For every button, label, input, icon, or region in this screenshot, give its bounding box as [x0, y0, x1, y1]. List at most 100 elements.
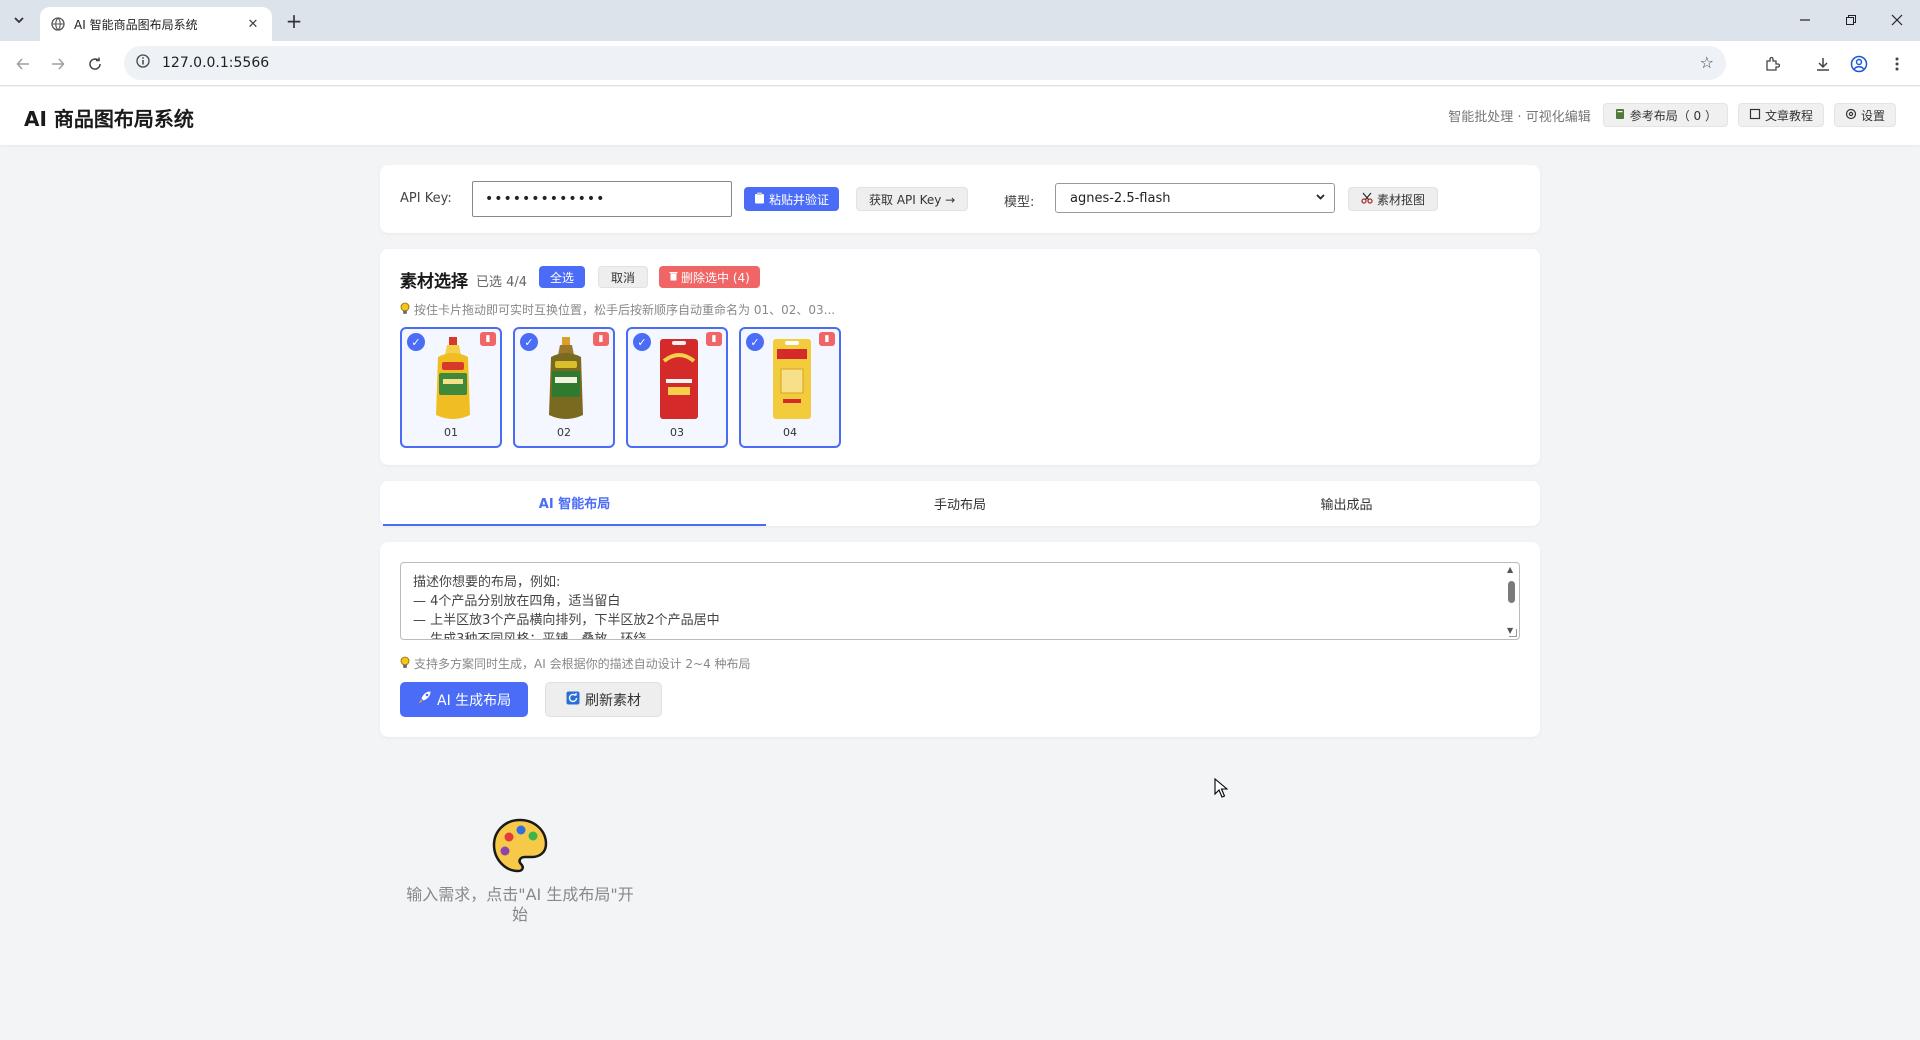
- tutorial-button[interactable]: 文章教程: [1737, 103, 1824, 127]
- textarea-scrollbar[interactable]: ▲ ▼: [1505, 565, 1517, 635]
- checkmark-icon[interactable]: ✓: [407, 333, 425, 351]
- get-api-key-button[interactable]: 获取 API Key →: [856, 187, 969, 211]
- extensions-icon[interactable]: [1759, 51, 1785, 77]
- ai-layout-hint-text: 支持多方案同时生成，AI 会根据你的描述自动设计 2~4 种布局: [414, 657, 751, 671]
- materials-hint-text: 按住卡片拖动即可实时互换位置，松手后按新顺序自动重命名为 01、02、03...: [414, 303, 836, 317]
- header-tagline: 智能批处理 · 可视化编辑: [1448, 109, 1591, 125]
- ai-generate-layout-button[interactable]: AI 生成布局: [400, 682, 529, 717]
- material-card[interactable]: ✓ ▮ 03: [626, 327, 728, 448]
- bookmark-star-icon[interactable]: ☆: [1700, 53, 1714, 72]
- tab-manual-layout[interactable]: 手动布局: [767, 481, 1153, 526]
- material-card[interactable]: ✓ ▮ 02: [513, 327, 615, 448]
- minimize-icon: [1800, 19, 1810, 21]
- reference-layout-button[interactable]: 参考布局（ 0 ）: [1602, 103, 1728, 127]
- palette-icon: [491, 817, 549, 875]
- restore-icon: [1846, 15, 1856, 25]
- profile-icon[interactable]: [1846, 51, 1872, 77]
- minimize-button[interactable]: [1782, 0, 1828, 40]
- settings-label: 设置: [1860, 108, 1885, 123]
- lightbulb-icon: [400, 656, 410, 672]
- back-button[interactable]: [10, 51, 36, 77]
- tab-ai-layout[interactable]: AI 智能布局: [383, 481, 766, 526]
- material-card[interactable]: ✓ ▮ 04: [739, 327, 841, 448]
- header-actions: 智能批处理 · 可视化编辑 参考布局（ 0 ） 文章教程 设置: [1448, 103, 1896, 127]
- paste-verify-button[interactable]: 粘贴并验证: [744, 187, 840, 211]
- material-card[interactable]: ✓ ▮ 01: [400, 327, 502, 448]
- arrow-left-icon: [16, 58, 29, 70]
- download-icon[interactable]: [1810, 51, 1836, 77]
- select-all-button[interactable]: 全选: [539, 266, 586, 288]
- product-image-red-rice-bag: [654, 333, 704, 425]
- notebook-icon: [1614, 108, 1626, 123]
- lightbulb-icon: [400, 302, 410, 318]
- rocket-icon: [417, 690, 432, 709]
- tab-output[interactable]: 输出成品: [1153, 481, 1540, 526]
- placeholder-line: 描述你想要的布局，例如:: [413, 575, 561, 590]
- settings-button[interactable]: 设置: [1833, 103, 1896, 127]
- restore-button[interactable]: [1828, 0, 1874, 40]
- scissors-icon: [1361, 192, 1373, 207]
- checkmark-icon[interactable]: ✓: [633, 333, 651, 351]
- model-selected-value: agnes-2.5-flash: [1070, 190, 1171, 206]
- tab-search-button[interactable]: [6, 8, 32, 32]
- cancel-selection-button[interactable]: 取消: [598, 266, 649, 288]
- reload-icon: [89, 57, 101, 70]
- arrow-right-icon: [52, 58, 65, 70]
- globe-icon: [50, 16, 66, 32]
- browser-tab-active[interactable]: AI 智能商品图布局系统 ✕: [40, 7, 272, 41]
- browser-tab-bar: AI 智能商品图布局系统 ✕ +: [0, 0, 1920, 41]
- clipboard-icon: [754, 192, 765, 207]
- refresh-materials-label: 刷新素材: [585, 692, 641, 709]
- tab-title: AI 智能商品图布局系统: [74, 17, 198, 32]
- delete-material-icon[interactable]: ▮: [480, 332, 496, 346]
- product-image-yellow-rice-bag: [767, 333, 817, 425]
- forward-button[interactable]: [45, 51, 71, 77]
- reference-layout-label: 参考布局（ 0 ）: [1629, 108, 1717, 123]
- materials-card: 素材选择 已选 4/4 全选 取消 删除选中 (4) 按住卡片拖动即可实时互换位…: [380, 249, 1540, 465]
- refresh-materials-button[interactable]: 刷新素材: [545, 682, 662, 717]
- materials-hint: 按住卡片拖动即可实时互换位置，松手后按新顺序自动重命名为 01、02、03...: [400, 301, 835, 318]
- mouse-cursor-icon: [1214, 777, 1229, 802]
- address-bar[interactable]: 127.0.0.1:5566 ☆: [124, 46, 1726, 80]
- scroll-up-icon[interactable]: ▲: [1507, 565, 1513, 574]
- close-tab-icon[interactable]: ✕: [244, 15, 262, 33]
- delete-selected-label: 删除选中 (4): [681, 270, 750, 285]
- checkmark-icon[interactable]: ✓: [520, 333, 538, 351]
- material-number: 02: [557, 426, 571, 439]
- close-window-button[interactable]: [1874, 0, 1920, 40]
- close-icon: [1891, 14, 1903, 26]
- reload-button[interactable]: [82, 51, 108, 77]
- app-title: AI 商品图布局系统: [24, 107, 194, 131]
- empty-state-message: 输入需求，点击"AI 生成布局"开始: [406, 885, 634, 924]
- api-config-card: API Key: ••••••••••••• 粘贴并验证 获取 API Key …: [380, 165, 1540, 233]
- model-select[interactable]: agnes-2.5-flash: [1055, 183, 1335, 213]
- browser-toolbar: 127.0.0.1:5566 ☆: [0, 41, 1920, 86]
- tutorial-label: 文章教程: [1764, 108, 1813, 123]
- cutout-label: 素材抠图: [1377, 192, 1426, 207]
- api-key-label: API Key:: [400, 191, 452, 206]
- material-number: 04: [783, 426, 797, 439]
- delete-material-icon[interactable]: ▮: [593, 332, 609, 346]
- delete-material-icon[interactable]: ▮: [819, 332, 835, 346]
- site-info-icon[interactable]: [136, 54, 150, 72]
- ai-layout-hint: 支持多方案同时生成，AI 会根据你的描述自动设计 2~4 种布局: [400, 655, 751, 672]
- delete-selected-button[interactable]: 删除选中 (4): [659, 266, 760, 288]
- product-image-green-oil-bottle: [541, 333, 591, 425]
- chevron-down-icon: [14, 17, 24, 24]
- scrollbar-thumb[interactable]: [1508, 581, 1515, 603]
- more-menu-icon[interactable]: [1884, 51, 1910, 77]
- checkmark-icon[interactable]: ✓: [746, 333, 764, 351]
- placeholder-line: — 生成3种不同风格：平铺、叠放、环绕: [413, 632, 647, 640]
- model-label: 模型:: [1004, 195, 1035, 210]
- gear-icon: [1845, 108, 1857, 123]
- document-icon: [1749, 108, 1761, 123]
- new-tab-button[interactable]: +: [282, 9, 306, 33]
- url-text: 127.0.0.1:5566: [162, 55, 270, 71]
- materials-title: 素材选择: [400, 272, 468, 292]
- cutout-button[interactable]: 素材抠图: [1348, 187, 1439, 211]
- delete-material-icon[interactable]: ▮: [706, 332, 722, 346]
- materials-selected-count: 已选 4/4: [476, 275, 528, 290]
- api-key-input[interactable]: •••••••••••••: [472, 181, 732, 217]
- resize-handle-icon[interactable]: [1509, 629, 1517, 637]
- layout-description-textarea[interactable]: 描述你想要的布局，例如: — 4个产品分别放在四角，适当留白 — 上半区放3个产…: [400, 562, 1520, 640]
